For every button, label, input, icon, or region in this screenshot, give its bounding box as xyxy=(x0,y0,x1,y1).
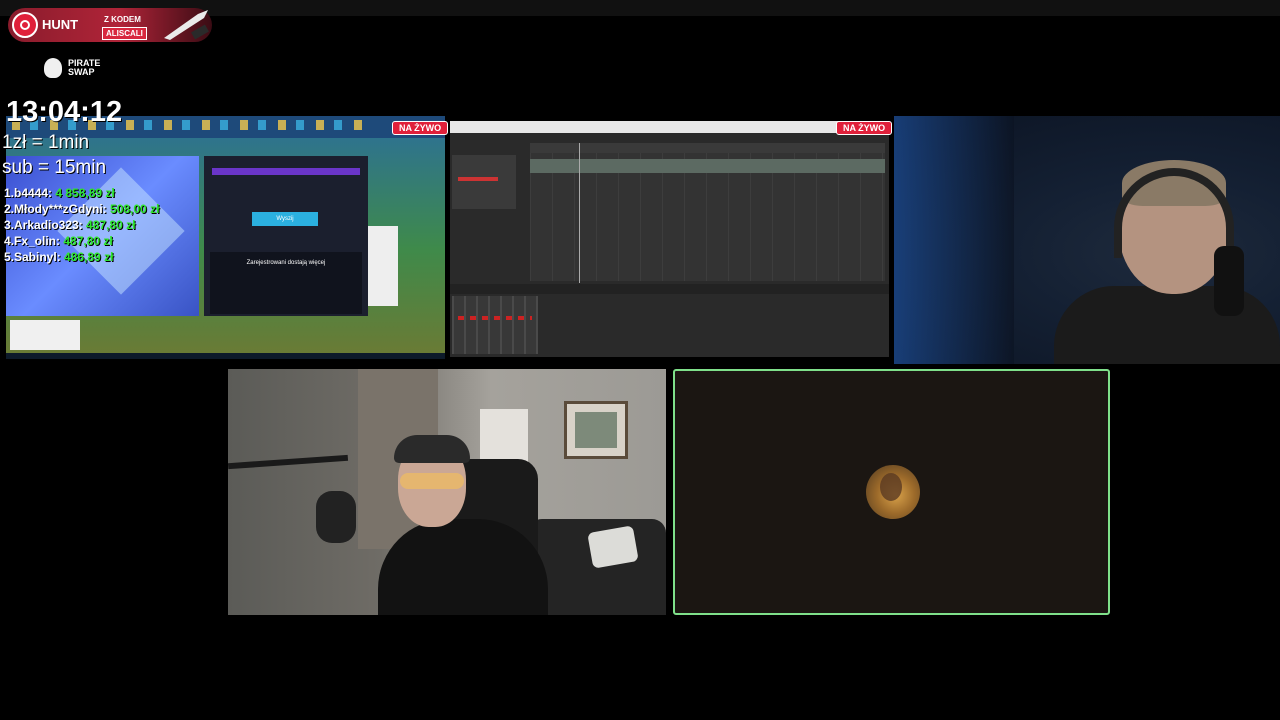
pirateswap-text: PIRATE SWAP xyxy=(68,58,101,77)
knife-icon xyxy=(164,10,209,40)
login-button[interactable]: Wyszij xyxy=(252,212,318,226)
blue-light xyxy=(894,116,1014,364)
webcam-bottom-left[interactable] xyxy=(228,369,666,615)
side-window xyxy=(368,226,398,306)
promo-code: ALISCALI xyxy=(102,27,147,40)
notification-bar xyxy=(212,168,360,175)
timeline-ruler xyxy=(530,143,885,153)
donor-name: 5.Sabinyl: xyxy=(4,250,61,264)
leaderboard-row: 3.Arkadio323: 487,80 zł xyxy=(4,217,159,233)
donor-amount: 487,80 zł xyxy=(86,218,136,232)
dialog-window xyxy=(10,320,80,350)
mixer-meters xyxy=(458,316,532,320)
login-panel: Wyszij Zarejestrowani dostają więcej xyxy=(204,156,368,316)
hunt-logo-icon xyxy=(12,12,38,38)
sub-rate-line: sub = 15min xyxy=(2,157,107,178)
promo-code-label: Z KODEM xyxy=(104,15,141,24)
picture-content xyxy=(575,412,617,448)
playhead xyxy=(579,143,580,283)
daw-menu-bar xyxy=(450,121,889,133)
wall-picture xyxy=(564,401,628,459)
participant-avatar[interactable] xyxy=(866,465,920,519)
person-headset xyxy=(394,435,470,463)
participant-tile-active-speaker[interactable] xyxy=(673,369,1110,615)
pirateswap-logo: PIRATE SWAP xyxy=(44,58,114,80)
mic-arm xyxy=(228,454,349,470)
pirate-icon xyxy=(44,58,62,78)
leaderboard-row: 2.Młody***zGdyni: 508,00 zł xyxy=(4,201,159,217)
tinted-glasses xyxy=(400,473,464,489)
microphone-icon xyxy=(1214,246,1244,316)
taskbar xyxy=(6,353,445,359)
transport-bar xyxy=(450,284,889,294)
leaderboard-row: 4.Fx_olin: 487,80 zł xyxy=(4,233,159,249)
audio-track xyxy=(530,159,885,173)
donor-amount: 487,80 zł xyxy=(63,234,113,248)
hunt-sponsor-banner: HUNT Z KODEM ALISCALI xyxy=(8,8,212,42)
leaderboard-row: 5.Sabinyl: 486,89 zł xyxy=(4,249,159,265)
track-control-panel xyxy=(452,155,516,209)
donor-leaderboard: 1.b4444: 4 858,89 zł 2.Młody***zGdyni: 5… xyxy=(4,185,159,265)
donor-amount: 508,00 zł xyxy=(110,202,160,216)
live-badge: NA ŻYWO xyxy=(392,121,449,135)
screen-share-daw[interactable] xyxy=(450,121,889,357)
register-heading: Zarejestrowani dostają więcej xyxy=(246,260,326,266)
donor-name: 1.b4444: xyxy=(4,186,53,200)
donor-name: 4.Fx_olin: xyxy=(4,234,61,248)
donor-amount: 4 858,89 zł xyxy=(55,186,115,200)
record-arm-strip xyxy=(458,177,498,181)
donation-rate-line: 1zł = 1min xyxy=(2,132,90,153)
leaderboard-row: 1.b4444: 4 858,89 zł xyxy=(4,185,159,201)
person-body xyxy=(1054,286,1280,364)
donor-name: 2.Młody***zGdyni: xyxy=(4,202,107,216)
mixer-panel xyxy=(452,296,538,354)
donor-amount: 486,89 zł xyxy=(64,250,114,264)
microphone-icon xyxy=(316,491,356,543)
webcam-top-right[interactable] xyxy=(894,116,1280,364)
stream-timer: 13:04:12 xyxy=(6,96,123,128)
donor-name: 3.Arkadio323: xyxy=(4,218,83,232)
live-badge: NA ŻYWO xyxy=(836,121,893,135)
hunt-brand-name: HUNT xyxy=(42,17,79,32)
